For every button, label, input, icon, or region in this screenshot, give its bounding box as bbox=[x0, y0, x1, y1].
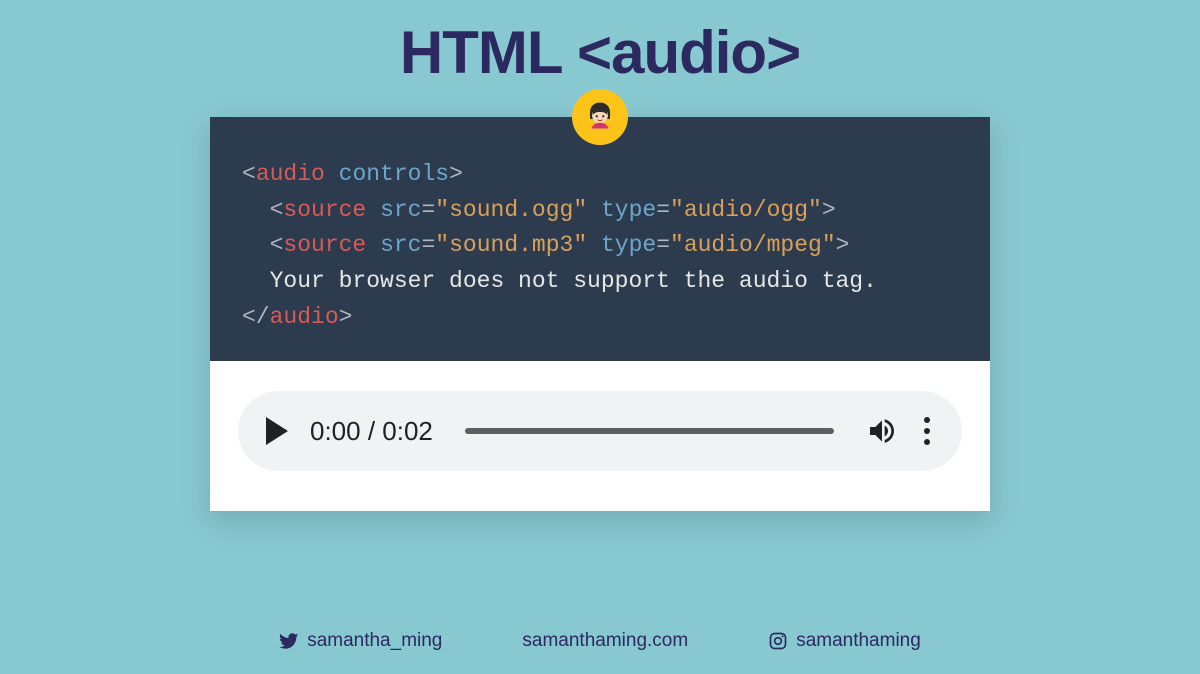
instagram-icon bbox=[768, 631, 788, 651]
volume-icon bbox=[866, 415, 898, 447]
more-options-button[interactable] bbox=[920, 413, 934, 449]
page-title: HTML <audio> bbox=[400, 18, 800, 87]
avatar-icon bbox=[577, 94, 623, 140]
footer: samantha_ming samanthaming.com samantham… bbox=[0, 630, 1200, 652]
twitter-icon bbox=[279, 631, 299, 651]
twitter-handle[interactable]: samantha_ming bbox=[279, 630, 442, 652]
instagram-handle[interactable]: samanthaming bbox=[768, 630, 921, 652]
time-display: 0:00 / 0:02 bbox=[310, 416, 433, 447]
website-link[interactable]: samanthaming.com bbox=[522, 630, 688, 652]
twitter-text: samantha_ming bbox=[307, 630, 442, 652]
avatar-badge bbox=[572, 89, 628, 145]
seek-track[interactable] bbox=[465, 428, 834, 434]
website-text: samanthaming.com bbox=[522, 630, 688, 652]
volume-button[interactable] bbox=[866, 415, 898, 447]
tutorial-card: <audio controls> <source src="sound.ogg"… bbox=[210, 117, 990, 511]
player-preview-area: 0:00 / 0:02 bbox=[210, 361, 990, 511]
code-block: <audio controls> <source src="sound.ogg"… bbox=[210, 117, 990, 361]
play-button[interactable] bbox=[266, 417, 288, 445]
instagram-text: samanthaming bbox=[796, 630, 921, 652]
audio-player: 0:00 / 0:02 bbox=[238, 391, 962, 471]
